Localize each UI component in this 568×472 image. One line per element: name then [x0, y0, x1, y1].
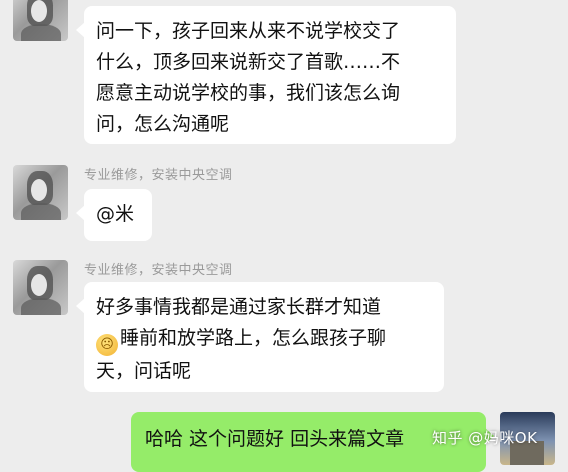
watermark: 知乎 @妈咪OK: [432, 429, 538, 447]
message-text-line: 愿意主动说学校的事，我们该怎么询: [96, 82, 401, 104]
message-text-line: @米: [96, 203, 135, 225]
message-text-line: 问一下，孩子回来从来不说学校交了: [96, 20, 401, 42]
message-text-line: 睡前和放学路上，怎么跟孩子聊: [120, 327, 387, 349]
message-bubble-2[interactable]: @米: [76, 189, 152, 241]
message-text-line: 问，怎么沟通呢: [96, 113, 230, 135]
message-text-line: 好多事情我都是通过家长群才知道: [96, 296, 382, 318]
message-bubble-1[interactable]: 问一下，孩子回来从来不说学校交了 什么，顶多回来说新交了首歌……不 愿意主动说学…: [76, 6, 456, 144]
sender-avatar[interactable]: [13, 0, 68, 41]
message-text-line: 什么，顶多回来说新交了首歌……不: [96, 51, 401, 73]
worried-face-icon: ☹: [96, 334, 118, 356]
sender-avatar[interactable]: [13, 260, 68, 315]
sender-avatar[interactable]: [13, 165, 68, 220]
message-text-line: 哈哈 这个问题好 回头来篇文章: [145, 428, 405, 450]
message-bubble-3[interactable]: 好多事情我都是通过家长群才知道 ☹ 睡前和放学路上，怎么跟孩子聊 天，问话呢: [76, 282, 444, 392]
message-text-line: 天，问话呢: [96, 360, 192, 382]
sender-name: 专业维修，安装中央空调: [84, 168, 233, 183]
sender-name: 专业维修，安装中央空调: [84, 263, 233, 278]
